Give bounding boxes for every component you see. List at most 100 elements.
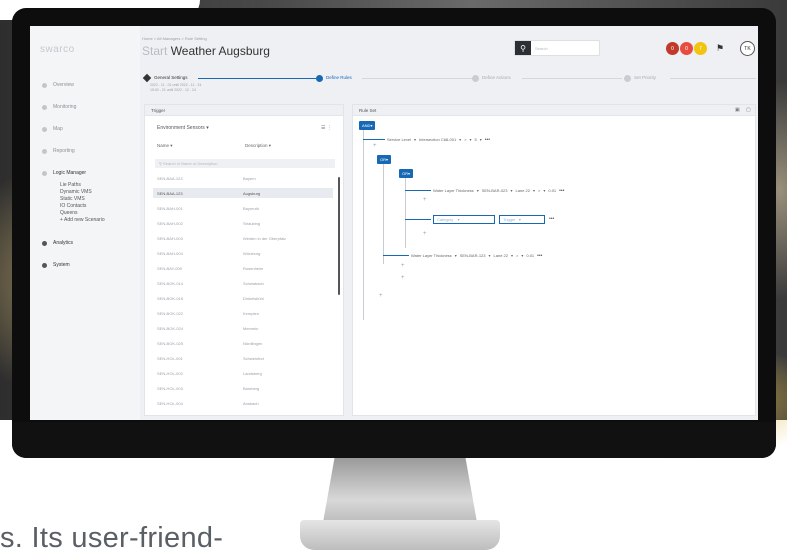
table-row[interactable]: SEN-BAH-002 Straubing [153, 218, 333, 228]
operator-label: AND [362, 123, 371, 128]
search-icon[interactable]: ⚲ [515, 41, 531, 55]
add-rule-icon[interactable]: + [423, 231, 427, 237]
scrollbar[interactable] [338, 177, 340, 295]
table-row[interactable]: SEN-HOL-002 Landsberg [153, 368, 333, 378]
or-operator-button[interactable]: OR ▾ [399, 169, 414, 178]
or-operator-button[interactable]: OR ▾ [377, 155, 392, 164]
sidebar-item-logic-manager[interactable]: Logic Manager [42, 170, 86, 176]
sidebar-item-reporting[interactable]: Reporting [42, 148, 75, 154]
sidebar-item-label: Reporting [53, 148, 75, 154]
step-define-rules[interactable]: Define Rules [326, 75, 352, 80]
chevron-down-icon: ▾ [510, 253, 513, 258]
alarm-badge-orange[interactable]: 0 [680, 42, 693, 55]
tree-connector [363, 139, 385, 140]
cell-description: Nördlingen [243, 340, 263, 346]
and-operator-button[interactable]: AND ▾ [359, 121, 376, 130]
trigger-search-input[interactable]: ⚲ Search in Name or Description [155, 159, 335, 168]
tree-connector [405, 190, 431, 191]
trigger-select[interactable]: Trigger ▾ [499, 215, 545, 224]
table-row[interactable]: SEN-BOK-018 Dinkelsbühl [153, 293, 333, 303]
rule-service-level[interactable]: Service Level ▾ Intersection C68-001 ▾ > ▾ … [387, 135, 490, 144]
sidebar-subitem[interactable]: Queens [60, 210, 78, 216]
cell-description: Würzburg [243, 250, 261, 256]
main-content: Home > All Managers > Rule Setting Start… [142, 26, 758, 420]
search-input[interactable]: ⚲ Search [514, 40, 600, 56]
chevron-down-icon: ▾ [454, 253, 457, 258]
save-icon[interactable]: ▢ [746, 107, 751, 113]
title-text: Weather Augsburg [170, 44, 270, 58]
category-select[interactable]: Category ▾ [433, 215, 495, 224]
rule-value: 0.01 [548, 188, 557, 193]
cell-name: SEN-BAH-002 [157, 220, 183, 226]
table-row[interactable]: SEN-BOK-025 Nördlingen [153, 338, 333, 348]
add-rule-icon[interactable]: + [423, 197, 427, 203]
rule-field: Water Layer Thickness [433, 188, 474, 193]
cell-description: Bayern [243, 175, 256, 181]
more-icon[interactable]: ••• [559, 188, 564, 194]
alarm-badge-red[interactable]: 0 [666, 42, 679, 55]
sidebar-item-analytics[interactable]: Analytics [42, 240, 73, 246]
table-row[interactable]: SEN-BOK-022 Kempten [153, 308, 333, 318]
sidebar-item-system[interactable]: System [42, 262, 70, 268]
step-define-actions[interactable]: Define Actions [482, 75, 511, 80]
table-row[interactable]: SEN-BAA-123 Augsburg [153, 188, 333, 198]
cell-name: SEN-HOL-002 [157, 370, 183, 376]
sidebar-item-map[interactable]: Map [42, 126, 63, 132]
column-header-description[interactable]: Description ▾ [245, 143, 271, 149]
cell-name: SEN-HOL-003 [157, 385, 183, 391]
monitor-chin [12, 422, 776, 458]
column-header-name[interactable]: Name ▾ [157, 143, 173, 149]
cell-description: Weiden in der Oberpfalz [243, 235, 287, 241]
expand-icon[interactable]: ▣ [735, 107, 740, 113]
alarm-badge-yellow[interactable]: 7 [694, 42, 707, 55]
monitoring-icon [42, 104, 47, 110]
table-row[interactable]: SEN-BAH-001 Bayreuth [153, 203, 333, 213]
add-rule-icon[interactable]: + [401, 275, 405, 281]
step-set-priority[interactable]: Set Priority [634, 75, 656, 80]
more-icon[interactable]: ••• [549, 216, 554, 222]
title-prefix: Start [142, 44, 168, 58]
tree-connector [383, 164, 384, 264]
trigger-panel-title: Trigger [145, 105, 343, 116]
column-settings-icon[interactable]: ☰ ⋮ [321, 125, 332, 131]
stepper: General Settings 2022 - 11 - 01 until 20… [142, 72, 758, 92]
cell-name: SEN-BAH-001 [157, 205, 183, 211]
avatar[interactable]: TK [740, 41, 755, 56]
table-row[interactable]: SEN-BAH-003 Weiden in der Oberpfalz [153, 233, 333, 243]
sidebar-subitem[interactable]: Dynamic VMS [60, 189, 92, 195]
column-header-label: Name [157, 143, 170, 148]
rule-lane: Lane 22 [515, 188, 530, 193]
cell-description: Schwabach [243, 280, 264, 286]
table-row[interactable]: SEN-HOL-003 Bamberg [153, 383, 333, 393]
tree-connector [363, 130, 364, 320]
rule-water-layer-1[interactable]: Water Layer Thickness ▾ SEN-BAR-023 ▾ Lane… [433, 186, 564, 195]
chevron-down-icon: ▾ [479, 137, 482, 142]
sidebar-item-monitoring[interactable]: Monitoring [42, 104, 76, 110]
trigger-type-dropdown[interactable]: Environment Sensors ▾ [157, 125, 209, 131]
chevron-down-icon: ▾ [543, 188, 546, 193]
add-rule-icon[interactable]: + [379, 293, 383, 299]
table-row[interactable]: SEN-HOL-004 Ansbach [153, 398, 333, 408]
sidebar-subitem[interactable]: Lie Paths [60, 182, 81, 188]
add-rule-icon[interactable]: + [373, 143, 377, 149]
table-row[interactable]: SEN-BAY-009 Rosenheim [153, 263, 333, 273]
table-row[interactable]: SEN-HOL-001 Schweinfurt [153, 353, 333, 363]
table-row[interactable]: SEN-BAA-123 Bayern [153, 173, 333, 183]
table-row[interactable]: SEN-BOK-014 Schwabach [153, 278, 333, 288]
operator-label: OR [380, 157, 386, 162]
add-rule-icon[interactable]: + [401, 263, 405, 269]
sidebar-item-overview[interactable]: Overview [42, 82, 74, 88]
step-general-settings[interactable]: General Settings [154, 75, 188, 80]
sidebar-add-scenario[interactable]: + Add new Scenario [60, 217, 105, 223]
more-icon[interactable]: ••• [485, 137, 490, 143]
tree-connector [405, 178, 406, 248]
more-icon[interactable]: ••• [537, 253, 542, 259]
select-placeholder: Trigger [503, 217, 516, 222]
bell-icon[interactable]: ⚑ [716, 43, 724, 54]
search-placeholder: Search in Name or Description [163, 161, 218, 166]
sidebar-subitem[interactable]: IO Contacts [60, 203, 86, 209]
table-row[interactable]: SEN-BOK-024 Memmin [153, 323, 333, 333]
sidebar-subitem[interactable]: Static VMS [60, 196, 85, 202]
table-row[interactable]: SEN-BAH-004 Würzburg [153, 248, 333, 258]
rule-water-layer-2[interactable]: Water Layer Thickness ▾ SEN-BAR-123 ▾ Lane… [411, 251, 542, 260]
